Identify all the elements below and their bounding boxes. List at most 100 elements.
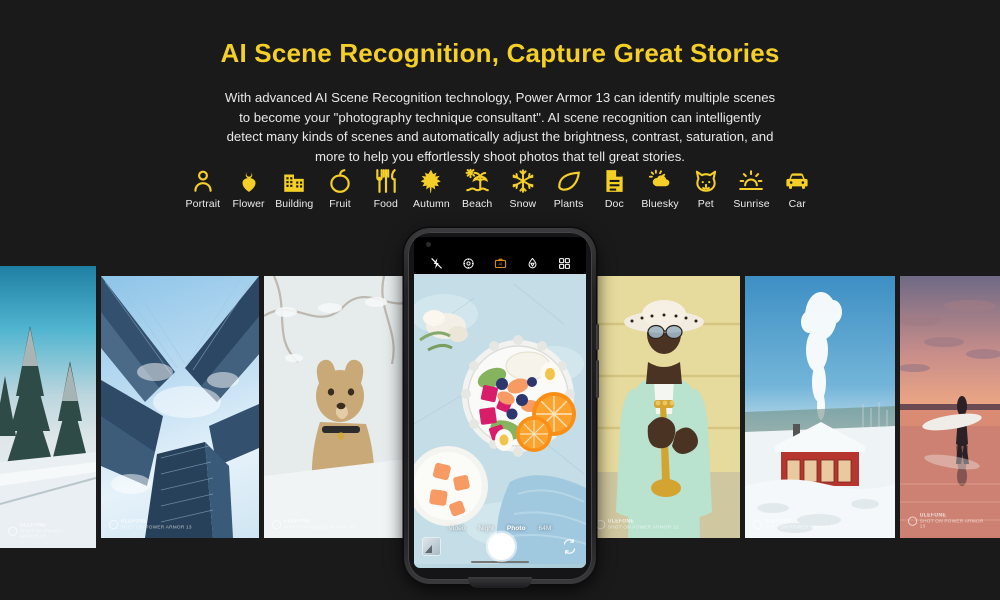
doc-icon — [601, 168, 627, 194]
photo-watermark: ULEFONE SHOT ON POWER ARMOR 13 — [109, 519, 192, 530]
gallery-photo-labrador-dog-in-snow[interactable]: ULEFONE SHOT ON POWER ARMOR 13 — [264, 276, 414, 538]
scene-item-label: Plants — [553, 198, 584, 210]
gallery-photo-skyscrapers-looking-up[interactable]: ULEFONE SHOT ON POWER ARMOR 13 — [101, 276, 259, 538]
plants-icon — [556, 168, 582, 194]
scene-item-building[interactable]: Building — [271, 168, 317, 210]
photo-watermark: ULEFONE SHOT ON POWER ARMOR 13 — [596, 519, 679, 530]
snow-icon — [510, 168, 536, 194]
gallery-photo-trumpet-player-portrait[interactable]: ULEFONE SHOT ON POWER ARMOR 13 — [588, 276, 740, 538]
pet-icon — [693, 168, 719, 194]
scene-item-sunrise[interactable]: Sunrise — [729, 168, 775, 210]
grid-modes-icon[interactable] — [558, 257, 571, 270]
scene-item-pet[interactable]: Pet — [683, 168, 729, 210]
scene-item-label: Car — [788, 198, 806, 210]
watermark-shot-on: SHOT ON POWER ARMOR 13 — [283, 524, 355, 530]
photo-image — [745, 276, 895, 538]
camera-mode-64m[interactable]: 64M — [539, 525, 552, 532]
phone-chin — [468, 577, 532, 588]
shutter-button[interactable] — [487, 532, 515, 560]
svg-text:AI: AI — [498, 261, 502, 266]
product-feature-page: AI Scene Recognition, Capture Great Stor… — [0, 0, 1000, 600]
bluesky-icon — [647, 168, 673, 194]
camera-bottom-bar — [414, 532, 586, 560]
scene-item-flower[interactable]: Flower — [226, 168, 272, 210]
front-camera-icon — [426, 242, 431, 247]
watermark-shot-on: SHOT ON POWER ARMOR 13 — [120, 524, 192, 530]
hdr-settings-icon[interactable] — [462, 257, 475, 270]
flip-camera-icon[interactable] — [562, 538, 577, 554]
watermark-brand: ULEFONE — [607, 518, 635, 524]
scene-item-car[interactable]: Car — [774, 168, 820, 210]
scene-item-label: Sunrise — [733, 198, 770, 210]
scene-item-label: Fruit — [329, 198, 351, 210]
scene-item-snow[interactable]: Snow — [500, 168, 546, 210]
scene-item-food[interactable]: Food — [363, 168, 409, 210]
photo-watermark: ULEFONE SHOT ON POWER ARMOR 13 — [753, 519, 836, 530]
scene-item-fruit[interactable]: Fruit — [317, 168, 363, 210]
page-title: AI Scene Recognition, Capture Great Stor… — [220, 38, 780, 68]
phone-device-power-armor-13: AI Video Night Photo 64M — [404, 228, 599, 588]
scene-icon-row: Portrait Flower Building Fruit Food Autumn Bea… — [180, 168, 820, 210]
filter-droplet-icon[interactable] — [526, 257, 539, 270]
scene-item-bluesky[interactable]: Bluesky — [637, 168, 683, 210]
camera-mode-selector[interactable]: Video Night Photo 64M — [414, 525, 586, 532]
car-icon — [784, 168, 810, 194]
camera-mode-photo[interactable]: Photo — [507, 525, 526, 532]
ai-camera-icon[interactable]: AI — [494, 257, 507, 270]
scene-item-label: Doc — [604, 198, 624, 210]
gallery-thumbnail-button[interactable] — [423, 537, 440, 555]
scene-item-label: Building — [275, 198, 314, 210]
flower-icon — [236, 168, 262, 194]
watermark-shot-on: SHOT ON POWER ARMOR 13 — [764, 524, 836, 530]
scene-item-label: Autumn — [413, 198, 450, 210]
photo-image — [900, 276, 1000, 538]
camera-top-toolbar: AI — [414, 254, 586, 272]
food-icon — [373, 168, 399, 194]
scene-item-portrait[interactable]: Portrait — [180, 168, 226, 210]
volume-button[interactable] — [596, 324, 599, 350]
watermark-shot-on: SHOT ON POWER ARMOR 13 — [19, 529, 64, 540]
watermark-brand: ULEFONE — [764, 518, 792, 524]
ulefone-logo-icon — [8, 527, 18, 537]
photo-image — [264, 276, 414, 538]
scene-item-autumn[interactable]: Autumn — [409, 168, 455, 210]
sunrise-icon — [738, 168, 764, 194]
ulefone-logo-icon — [272, 519, 282, 530]
beach-icon — [464, 168, 490, 194]
portrait-icon — [190, 168, 216, 194]
fruit-icon — [327, 168, 353, 194]
scene-item-label: Food — [373, 198, 398, 210]
ulefone-logo-icon — [753, 519, 763, 530]
scene-item-label: Portrait — [185, 198, 221, 210]
gallery-photo-snowy-pine-forest[interactable]: ULEFONE SHOT ON POWER ARMOR 13 — [0, 266, 96, 548]
scene-item-label: Flower — [232, 198, 265, 210]
scene-item-beach[interactable]: Beach — [454, 168, 500, 210]
ulefone-logo-icon — [596, 519, 606, 530]
flash-off-icon[interactable] — [430, 257, 443, 270]
page-description: With advanced AI Scene Recognition techn… — [224, 90, 776, 164]
camera-mode-night[interactable]: Night — [478, 525, 493, 532]
camera-viewfinder — [414, 274, 586, 568]
home-indicator — [471, 560, 529, 563]
scene-item-label: Pet — [697, 198, 714, 210]
watermark-brand: ULEFONE — [283, 518, 311, 524]
power-button[interactable] — [596, 360, 599, 398]
photo-watermark: ULEFONE SHOT ON POWER ARMOR 13 — [272, 519, 355, 530]
scene-item-plants[interactable]: Plants — [546, 168, 592, 210]
scene-item-label: Beach — [462, 198, 493, 210]
photo-image — [101, 276, 259, 538]
scene-item-label: Bluesky — [641, 198, 679, 210]
camera-mode-video[interactable]: Video — [449, 525, 466, 532]
building-icon — [281, 168, 307, 194]
photo-watermark: ULEFONE SHOT ON POWER ARMOR 13 — [8, 523, 82, 540]
watermark-shot-on: SHOT ON POWER ARMOR 13 — [607, 524, 679, 530]
ulefone-logo-icon — [908, 517, 918, 527]
autumn-icon — [418, 168, 444, 194]
photo-image — [0, 266, 96, 548]
scene-item-doc[interactable]: Doc — [591, 168, 637, 210]
ulefone-logo-icon — [109, 519, 119, 530]
gallery-photo-surfer-sunset-beach[interactable]: ULEFONE SHOT ON POWER ARMOR 13 — [900, 276, 1000, 538]
viewfinder-image — [414, 274, 586, 568]
watermark-shot-on: SHOT ON POWER ARMOR 13 — [919, 519, 984, 530]
gallery-photo-red-cabin-winter[interactable]: ULEFONE SHOT ON POWER ARMOR 13 — [745, 276, 895, 538]
